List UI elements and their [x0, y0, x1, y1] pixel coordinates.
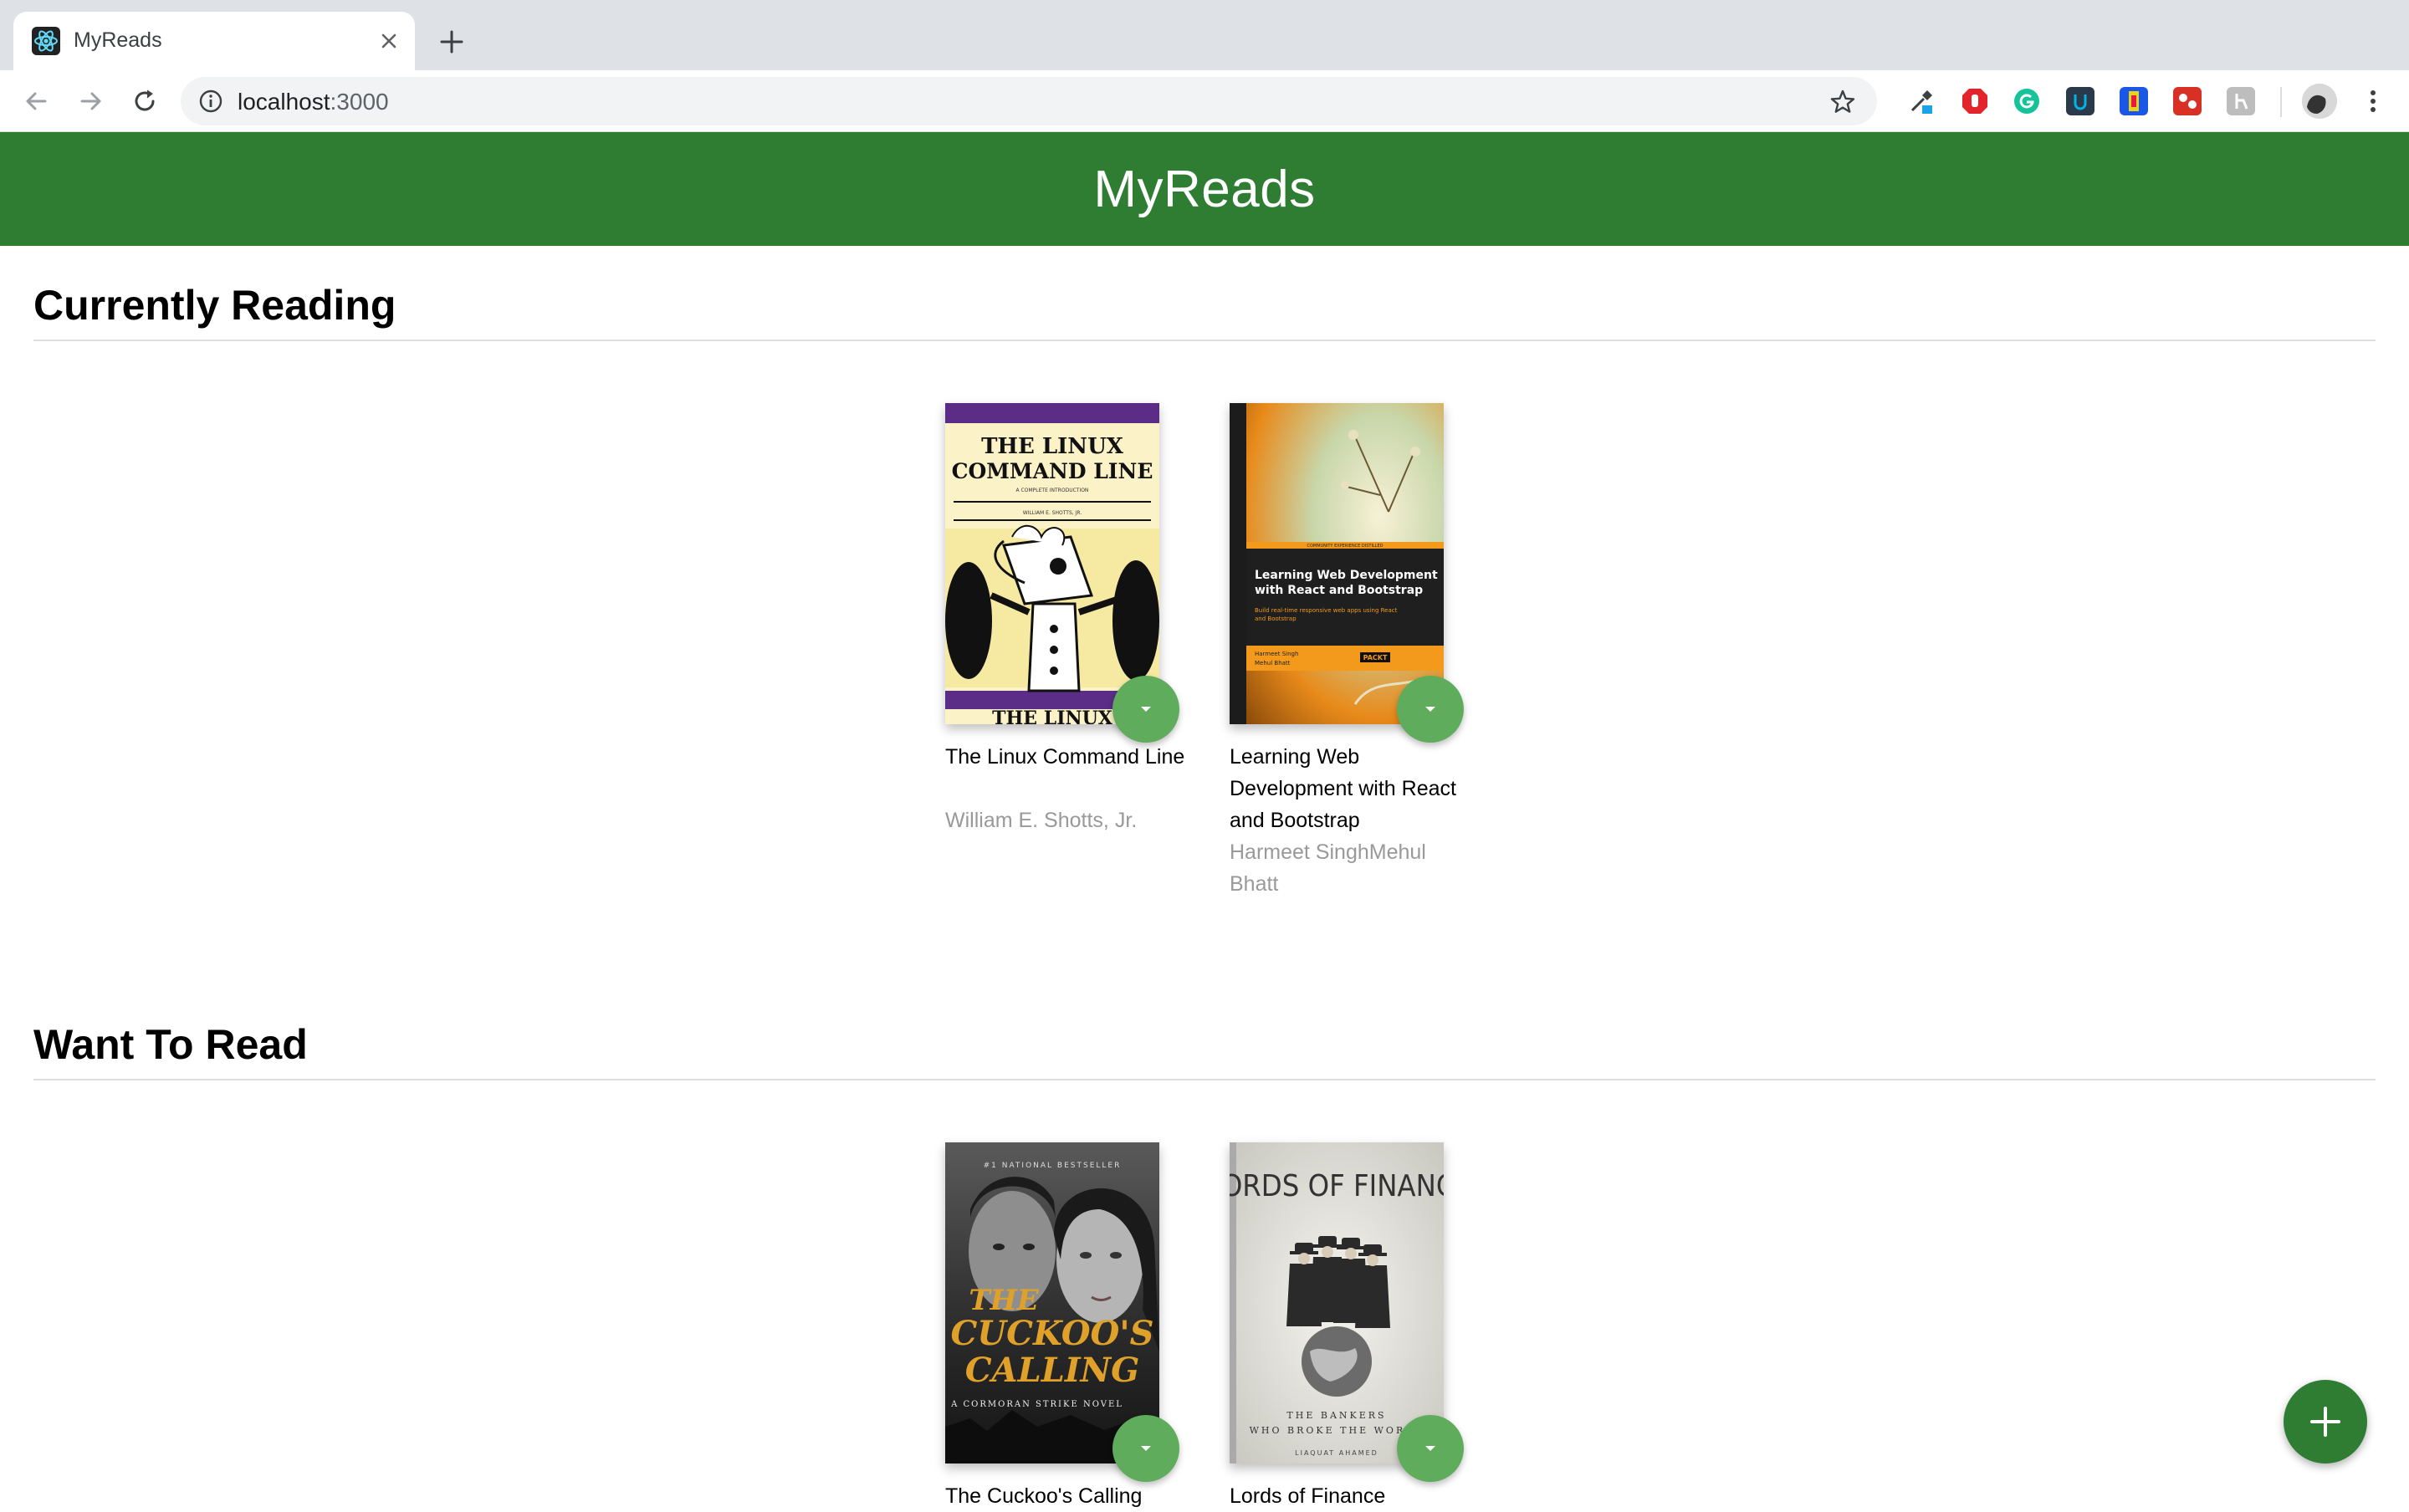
- svg-text:A CORMORAN STRIKE NOVEL: A CORMORAN STRIKE NOVEL: [950, 1400, 1123, 1409]
- book-title: The Linux Command Line: [945, 745, 1185, 769]
- new-tab-icon[interactable]: [435, 25, 468, 59]
- svg-text:CALLING: CALLING: [965, 1351, 1140, 1390]
- shelf-changer-button[interactable]: [1112, 676, 1179, 743]
- svg-text:and Bootstrap: and Bootstrap: [1255, 616, 1297, 622]
- svg-text:with React and Bootstrap: with React and Bootstrap: [1255, 584, 1423, 597]
- shelf-title-want-to-read: Want To Read: [33, 1021, 308, 1068]
- book-cover-lords-of-finance[interactable]: LORDS OF FINANCE: [1230, 1142, 1444, 1463]
- profile-avatar[interactable]: [2302, 84, 2337, 119]
- info-icon[interactable]: [197, 88, 224, 115]
- url-host: localhost: [238, 89, 330, 115]
- svg-text:LIAQUAT AHAMED: LIAQUAT AHAMED: [1295, 1449, 1378, 1457]
- more-vert-icon[interactable]: [2357, 85, 2389, 117]
- book-item: #1 NATIONAL BESTSELLER THE CUCKOO'S CALL…: [945, 1142, 1188, 1508]
- extension-gray-icon[interactable]: [2227, 87, 2255, 115]
- svg-text:Build real-time responsive web: Build real-time responsive web apps usin…: [1255, 607, 1398, 614]
- address-bar[interactable]: localhost:3000: [181, 77, 1877, 125]
- svg-text:WHO BROKE THE WORLD: WHO BROKE THE WORLD: [1250, 1425, 1424, 1436]
- book-item: THE LINUX COMMAND LINE A COMPLETE INTROD…: [945, 403, 1188, 855]
- arrow-drop-down-icon: [1425, 707, 1435, 712]
- svg-text:WILLIAM E. SHOTTS, JR.: WILLIAM E. SHOTTS, JR.: [1023, 510, 1082, 516]
- svg-text:A COMPLETE INTRODUCTION: A COMPLETE INTRODUCTION: [1016, 488, 1089, 493]
- reload-icon[interactable]: [129, 85, 161, 117]
- shelf-changer-button[interactable]: [1397, 676, 1464, 743]
- svg-text:Mehul Bhatt: Mehul Bhatt: [1255, 660, 1291, 667]
- book-item: COMMUNITY EXPERIENCE DISTILLED Learning …: [1230, 403, 1472, 905]
- svg-text:COMMUNITY EXPERIENCE DISTILLED: COMMUNITY EXPERIENCE DISTILLED: [1307, 544, 1383, 549]
- shelf-changer-button[interactable]: [1397, 1415, 1464, 1482]
- avatar-icon: [2302, 84, 2337, 119]
- arrow-drop-down-icon: [1425, 1446, 1435, 1451]
- arrow-drop-down-icon: [1141, 1446, 1151, 1451]
- app-title: MyReads: [1093, 160, 1316, 218]
- book-authors: William E. Shotts, Jr.: [945, 809, 1138, 832]
- book-cover-react[interactable]: COMMUNITY EXPERIENCE DISTILLED Learning …: [1230, 403, 1444, 724]
- back-icon[interactable]: [20, 85, 52, 117]
- book-title: Learning Web Development with React and …: [1230, 745, 1456, 832]
- tab-title: MyReads: [74, 28, 162, 52]
- svg-text:COMMAND LINE: COMMAND LINE: [952, 459, 1153, 483]
- forward-icon[interactable]: [75, 85, 107, 117]
- shelf-title-currently-reading: Currently Reading: [33, 282, 396, 329]
- react-favicon-icon: [32, 27, 60, 55]
- browser-toolbar: localhost:3000: [0, 70, 2409, 132]
- svg-text:THE BANKERS: THE BANKERS: [1286, 1410, 1386, 1421]
- book-authors: Harmeet SinghMehul Bhatt: [1230, 840, 1426, 896]
- url-text[interactable]: localhost:3000: [238, 89, 389, 115]
- svg-text:THE LINUX: THE LINUX: [992, 707, 1113, 724]
- adblock-icon[interactable]: [1961, 87, 1989, 115]
- close-icon[interactable]: [375, 27, 403, 55]
- svg-text:THE LINUX: THE LINUX: [981, 434, 1124, 459]
- shelf-divider: [33, 1079, 2376, 1080]
- svg-text:CUCKOO'S: CUCKOO'S: [950, 1314, 1153, 1353]
- extension-u-icon[interactable]: [2066, 87, 2094, 115]
- arrow-drop-down-icon: [1141, 707, 1151, 712]
- add-book-button[interactable]: [2284, 1380, 2367, 1463]
- browser-tab[interactable]: MyReads: [13, 12, 415, 70]
- plus-icon: [2310, 1407, 2340, 1437]
- svg-text:LORDS OF FINANCE: LORDS OF FINANCE: [1230, 1168, 1444, 1203]
- url-port: :3000: [330, 89, 389, 115]
- book-title: The Cuckoo's Calling: [945, 1484, 1143, 1508]
- svg-text:#1 NATIONAL BESTSELLER: #1 NATIONAL BESTSELLER: [984, 1162, 1122, 1170]
- shelf-changer-button[interactable]: [1112, 1415, 1179, 1482]
- bookmark-star-icon[interactable]: [1828, 88, 1857, 116]
- tab-strip: MyReads: [0, 0, 2409, 70]
- extension-red-icon[interactable]: [2173, 87, 2202, 115]
- svg-text:Learning Web Development: Learning Web Development: [1255, 569, 1438, 582]
- svg-text:Harmeet Singh: Harmeet Singh: [1255, 651, 1298, 657]
- book-cover-cuckoo[interactable]: #1 NATIONAL BESTSELLER THE CUCKOO'S CALL…: [945, 1142, 1159, 1463]
- book-cover-linux[interactable]: THE LINUX COMMAND LINE A COMPLETE INTROD…: [945, 403, 1159, 724]
- shelf-divider: [33, 340, 2376, 341]
- app-header: MyReads: [0, 132, 2409, 246]
- grammarly-icon[interactable]: [2013, 87, 2041, 115]
- book-title: Lords of Finance: [1230, 1484, 1386, 1508]
- svg-text:THE: THE: [969, 1284, 1039, 1317]
- book-item: LORDS OF FINANCE: [1230, 1142, 1472, 1508]
- eyedropper-icon[interactable]: [1907, 87, 1936, 115]
- toolbar-divider: [2280, 87, 2282, 117]
- extension-colorful-icon[interactable]: [2120, 87, 2148, 115]
- svg-text:PACKT: PACKT: [1363, 654, 1388, 662]
